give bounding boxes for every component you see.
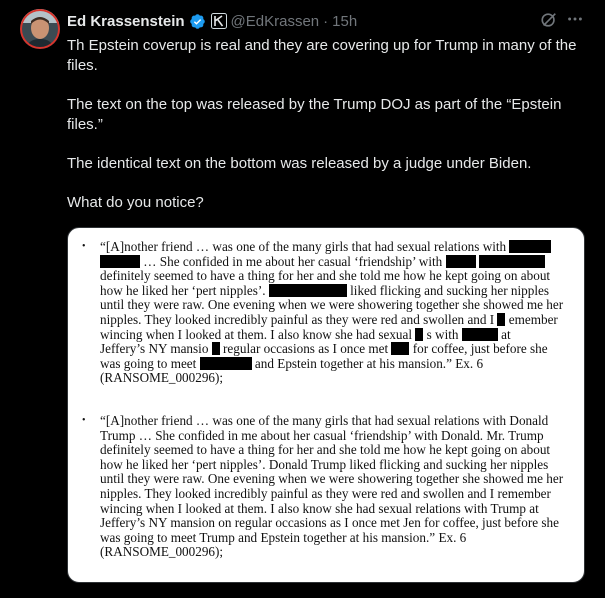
excerpt-text: s with	[426, 326, 459, 342]
excerpt-line: (RANSOME_000296);	[100, 370, 224, 386]
bullet: •	[82, 415, 86, 426]
excerpt-line: wincing when I looked at them. I also kn…	[100, 500, 539, 516]
excerpt-text: at	[501, 326, 511, 342]
grok-icon[interactable]	[540, 11, 558, 29]
bullet: •	[82, 241, 86, 252]
excerpt-line: “[A]nother friend … was one of the many …	[100, 239, 562, 255]
excerpt-text: how he liked her ‘pert nipples’.	[100, 282, 266, 298]
redaction-bar	[211, 342, 220, 356]
excerpt-line: (RANSOME_000296);	[100, 544, 224, 560]
post-paragraph: What do you notice?	[67, 194, 204, 211]
excerpt-line: wincing when I looked at them. I also kn…	[100, 326, 562, 343]
post-paragraph: The identical text on the bottom was rel…	[67, 155, 532, 172]
excerpt-text: and Epstein together at his mansion.” Ex…	[254, 355, 484, 371]
redaction-bar	[497, 312, 506, 326]
top-excerpt-redacted: • “[A]nother friend … was one of the man…	[82, 239, 564, 386]
redaction-bar	[100, 254, 140, 268]
post-paragraph: Th Epstein coverup is real and they are …	[67, 37, 577, 74]
excerpt-line: nipples. They looked incredibly painful …	[100, 485, 551, 501]
post[interactable]: Ed Krassenstein @EdKrassen · 15h Th Epst…	[0, 0, 605, 598]
excerpt-line: … She confided in me about her casual ‘f…	[100, 253, 562, 270]
avatar[interactable]	[20, 9, 60, 49]
separator-dot: ·	[323, 12, 329, 30]
redaction-bar	[509, 240, 552, 253]
excerpt-text: regular occasions as I once met	[223, 341, 389, 357]
excerpt-line: was going to meet and Epstein together a…	[100, 355, 562, 372]
author-handle[interactable]: @EdKrassen	[231, 13, 320, 30]
excerpt-text: was going to meet	[100, 355, 197, 371]
excerpt-line: definitely seemed to have a thing for he…	[100, 442, 551, 458]
excerpt-text: liked flicking and sucking her nipples	[350, 282, 549, 298]
excerpt-line: how he liked her ‘pert nipples’. Donald …	[100, 456, 549, 472]
excerpt-line: how he liked her ‘pert nipples’. liked f…	[100, 282, 562, 299]
excerpt-line: until they were raw. One evening when we…	[100, 471, 564, 487]
verified-badge-icon[interactable]	[189, 13, 206, 30]
redaction-bar	[478, 254, 545, 268]
bottom-excerpt-unredacted: • “[A]nother friend … was one of the man…	[82, 413, 564, 560]
excerpt-text: nipples. They looked incredibly painful …	[100, 311, 495, 327]
more-icon[interactable]	[566, 10, 584, 28]
post-header: Ed Krassenstein @EdKrassen · 15h	[67, 10, 547, 32]
post-text: Th Epstein coverup is real and they are …	[67, 36, 587, 232]
excerpt-text: emember	[508, 311, 558, 327]
excerpt-text: for coffee, just before she	[412, 341, 548, 357]
excerpt-line: definitely seemed to have a thing for he…	[100, 268, 551, 284]
excerpt-text: … She confided in me about her casual ‘f…	[143, 253, 443, 269]
redaction-bar	[415, 327, 424, 341]
redaction-bar	[461, 327, 498, 341]
excerpt-line: nipples. They looked incredibly painful …	[100, 311, 562, 328]
redaction-bar	[445, 254, 476, 268]
display-name[interactable]: Ed Krassenstein	[67, 13, 185, 30]
post-paragraph: The text on the top was released by the …	[67, 96, 562, 133]
post-timestamp[interactable]: 15h	[332, 13, 357, 30]
excerpt-text: “[A]nother friend … was one of the many …	[100, 239, 507, 254]
post-image[interactable]: • “[A]nother friend … was one of the man…	[67, 227, 585, 583]
excerpt-line: Jeffery’s NY mansio regular occasions as…	[100, 341, 562, 357]
avatar-image	[20, 9, 60, 49]
excerpt-text: Jeffery’s NY mansio	[100, 341, 209, 357]
redaction-bar	[268, 283, 347, 297]
excerpt-line: was going to meet Trump and Epstein toge…	[100, 529, 467, 545]
excerpt-text: wincing when I looked at them. I also kn…	[100, 326, 413, 342]
redaction-bar	[391, 342, 410, 356]
excerpt-line: until they were raw. One evening when we…	[100, 297, 564, 313]
excerpt-line: Jeffery’s NY mansion on regular occasion…	[100, 515, 559, 531]
excerpt-line: “[A]nother friend … was one of the many …	[100, 413, 549, 428]
affiliate-badge-icon[interactable]	[210, 13, 227, 29]
excerpt-line: Trump … She confided in me about her cas…	[100, 427, 544, 443]
redaction-bar	[199, 356, 252, 370]
